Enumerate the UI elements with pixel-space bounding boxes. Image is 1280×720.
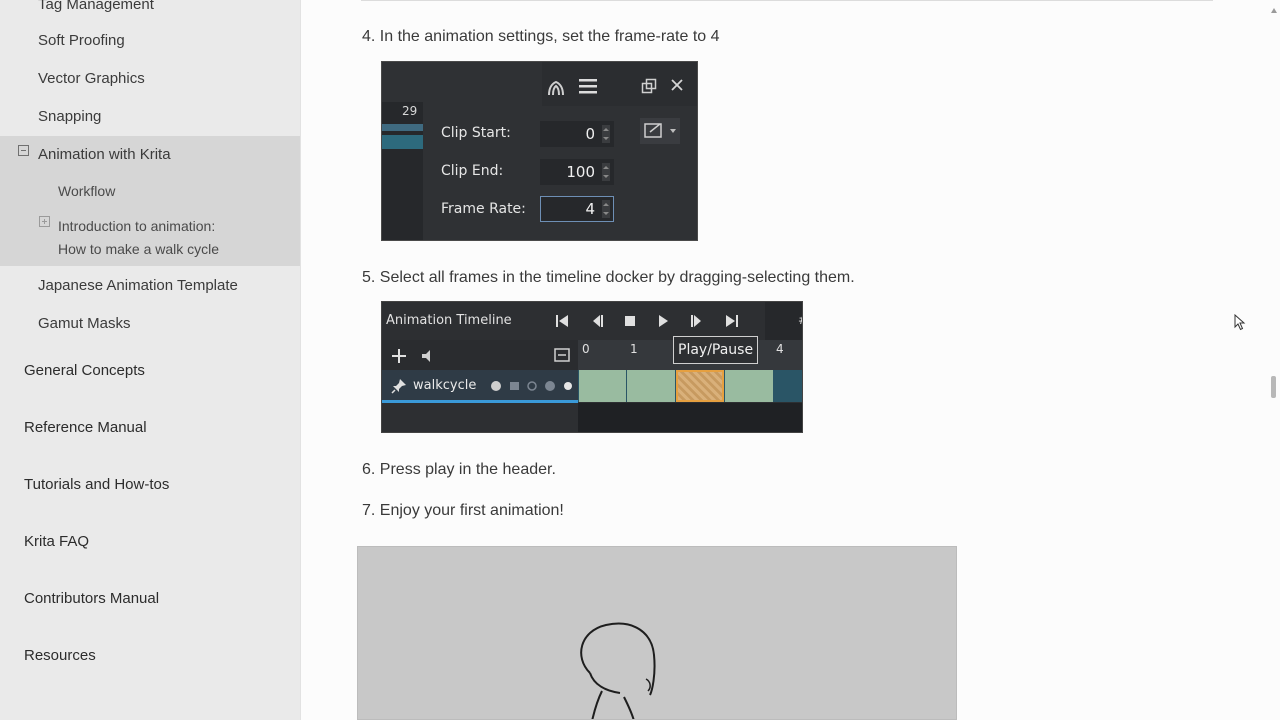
timeline-title: Animation Timeline (386, 313, 512, 328)
spin-arrows-icon (602, 163, 610, 181)
add-layer-icon (392, 349, 406, 363)
layer-name: walkcycle (413, 378, 477, 393)
timeline-header-strip (765, 302, 802, 340)
sidebar-item-contributors-manual[interactable]: Contributors Manual (24, 590, 159, 607)
clip-start-label: Clip Start: (441, 125, 511, 141)
main-content: 4. In the animation settings, set the fr… (301, 0, 1280, 720)
sidebar-item-general-concepts[interactable]: General Concepts (24, 362, 145, 379)
scrollbar[interactable] (1268, 0, 1280, 720)
frame-rate-spinbox: 4 (540, 196, 614, 222)
sidebar: Tag Management Soft Proofing Vector Grap… (0, 0, 301, 720)
last-frame-icon (726, 315, 738, 327)
sidebar-item-snapping[interactable]: Snapping (0, 98, 300, 136)
clip-start-value: 0 (585, 125, 595, 143)
float-icon (641, 78, 657, 94)
expand-icon[interactable] (39, 216, 50, 227)
frame-cell-1 (627, 370, 675, 402)
walk-cycle-animation-image (357, 546, 957, 720)
sidebar-item-tag-management[interactable]: Tag Management (0, 0, 300, 24)
sidebar-item-resources[interactable]: Resources (24, 647, 96, 664)
timeline-strip (382, 102, 423, 240)
sidebar-item-tutorials[interactable]: Tutorials and How-tos (24, 476, 169, 493)
walk-cycle-sketch (580, 622, 656, 719)
sidebar-item-krita-faq[interactable]: Krita FAQ (24, 533, 89, 550)
layer-active-line (382, 400, 578, 403)
scroll-thumb[interactable] (1271, 376, 1276, 398)
frame-rate-value: 4 (585, 200, 595, 218)
sidebar-item-walk-cycle-line1: Introduction to animation: (58, 218, 216, 234)
frame-cell-2-selected (676, 370, 724, 402)
first-frame-icon (556, 315, 568, 327)
ruler-tick-4: 4 (776, 342, 784, 356)
mouse-cursor-icon (1234, 314, 1246, 331)
animation-timeline-screenshot: Animation Timeline # (381, 301, 803, 433)
frame-cell-0 (579, 370, 626, 402)
scroll-up-icon[interactable] (1271, 8, 1277, 13)
timeline-hash: # (798, 313, 802, 327)
spin-arrows-icon (602, 125, 610, 143)
sidebar-item-soft-proofing[interactable]: Soft Proofing (0, 22, 300, 60)
layer-toolbar (382, 340, 578, 370)
play-icon (659, 315, 668, 327)
clip-end-spinbox: 100 (540, 159, 614, 185)
stop-icon (625, 316, 635, 326)
frame-cell-3 (725, 370, 773, 402)
export-icon (640, 118, 680, 144)
sidebar-item-vector-graphics[interactable]: Vector Graphics (0, 60, 300, 98)
zoom-fit-icon (554, 348, 570, 362)
menu-icon (579, 79, 597, 94)
close-icon (671, 79, 683, 91)
sidebar-item-walk-cycle-line2: How to make a walk cycle (58, 241, 220, 257)
frame-strip-row (382, 124, 423, 131)
sidebar-active-section: Animation with Krita Workflow Introducti… (0, 136, 300, 266)
play-pause-tooltip: Play/Pause (673, 336, 759, 364)
frame-strip-row (382, 135, 423, 149)
animation-settings-screenshot: 29 Clip Start: 0 Clip End: 100 Frame Rat… (381, 61, 698, 241)
step-5-text: 5. Select all frames in the timeline doc… (362, 269, 855, 286)
step-6-text: 6. Press play in the header. (362, 461, 556, 478)
spin-arrows-icon (602, 200, 610, 218)
audio-icon (422, 350, 430, 362)
empty-track-area (578, 403, 802, 432)
pin-icon (391, 379, 406, 394)
step-4-text: 4. In the animation settings, set the fr… (362, 28, 720, 45)
onion-skin-icon (548, 80, 564, 96)
frame-rate-label: Frame Rate: (441, 201, 526, 217)
frame-number: 29 (402, 104, 418, 118)
sidebar-item-walk-cycle[interactable]: Introduction to animation: How to make a… (58, 215, 219, 261)
sidebar-item-gamut-masks[interactable]: Gamut Masks (0, 305, 300, 343)
ruler-tick-1: 1 (630, 342, 638, 356)
sidebar-item-japanese-animation-template[interactable]: Japanese Animation Template (0, 267, 300, 305)
clip-end-label: Clip End: (441, 163, 504, 179)
sidebar-item-reference-manual[interactable]: Reference Manual (24, 419, 147, 436)
sidebar-item-animation-with-krita[interactable]: Animation with Krita (0, 136, 300, 174)
clip-end-value: 100 (566, 163, 595, 181)
sidebar-item-workflow[interactable]: Workflow (58, 180, 115, 203)
clip-start-spinbox: 0 (540, 121, 614, 147)
step-7-text: 7. Enjoy your first animation! (362, 502, 564, 519)
ruler-tick-0: 0 (582, 342, 590, 356)
next-frame-icon (691, 315, 701, 327)
prev-frame-icon (593, 315, 603, 327)
divider (361, 0, 1213, 1)
layer-property-icons (491, 381, 572, 391)
